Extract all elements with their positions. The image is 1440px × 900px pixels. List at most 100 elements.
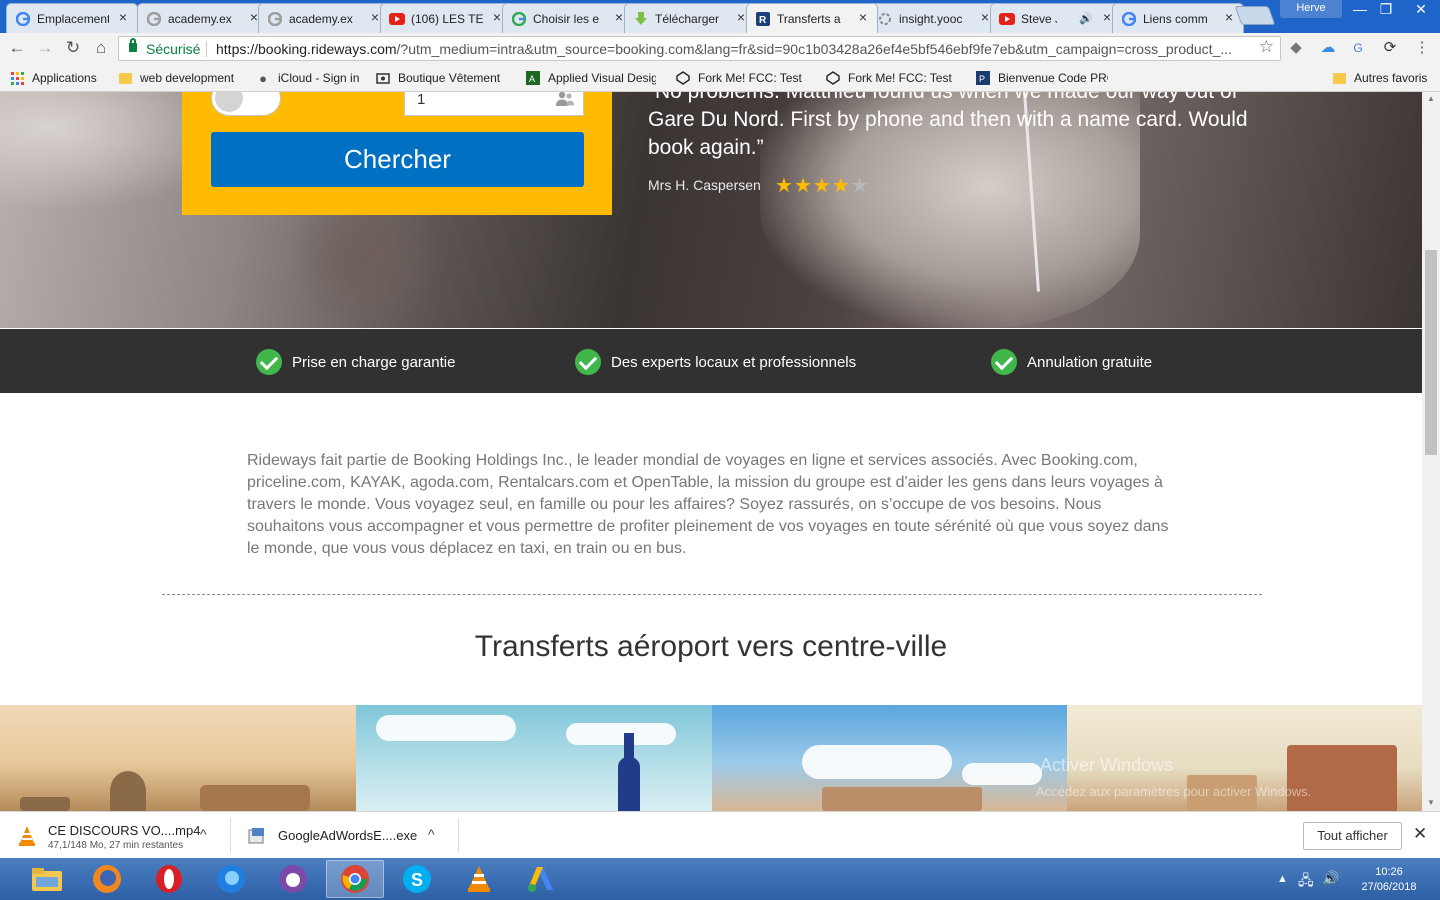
opera-icon[interactable] [140, 860, 198, 898]
bookmark-star-icon[interactable]: ☆ [1259, 37, 1274, 57]
page-scrollbar[interactable]: ▲ ▼ [1422, 92, 1440, 811]
close-tab-icon[interactable]: × [981, 9, 989, 25]
tab[interactable]: academy.ex × [137, 3, 269, 33]
scrollbar-thumb[interactable] [1425, 250, 1437, 455]
tab[interactable]: academy.ex × [258, 3, 390, 33]
divider [458, 818, 459, 853]
tray-expand-icon[interactable]: ▲ [1277, 873, 1288, 885]
reload-icon[interactable]: ↻ [62, 37, 84, 59]
skype-icon[interactable]: S [388, 860, 446, 898]
adwords-icon[interactable] [512, 860, 570, 898]
chrome-icon[interactable] [326, 860, 384, 898]
profile-button[interactable]: Herve [1280, 0, 1342, 18]
search-button[interactable]: Chercher [211, 132, 584, 187]
firefox-icon[interactable] [78, 860, 136, 898]
usp-item: Annulation gratuite [991, 349, 1152, 375]
bookmark-item[interactable]: Boutique Vêtement [376, 69, 500, 87]
usp-item: Des experts locaux et professionnels [575, 349, 856, 375]
extension-icon[interactable]: ◆ [1286, 38, 1306, 58]
spinner-icon [877, 11, 893, 27]
review-author: Mrs H. Caspersen [648, 177, 761, 193]
tab[interactable]: (106) LES TE × [380, 3, 512, 33]
tab[interactable]: Emplacement × [6, 3, 138, 33]
network-icon[interactable]: 🖧 [1298, 870, 1314, 894]
close-tab-icon[interactable]: × [859, 9, 867, 25]
section-divider [162, 594, 1262, 595]
bookmark-folder[interactable]: web development [118, 69, 234, 87]
close-downloads-icon[interactable]: ✕ [1413, 824, 1427, 844]
scroll-down-icon[interactable]: ▼ [1427, 798, 1435, 807]
city-card-rome[interactable] [0, 705, 356, 811]
tab[interactable]: Télécharger × [624, 3, 756, 33]
chevron-up-icon[interactable]: ^ [428, 826, 435, 842]
close-tab-icon[interactable]: × [1103, 9, 1111, 25]
close-tab-icon[interactable]: × [737, 9, 745, 25]
restore-button[interactable]: ❐ [1372, 0, 1400, 20]
close-window-button[interactable]: ✕ [1404, 0, 1438, 20]
check-icon [256, 349, 282, 375]
volume-icon[interactable]: 🔊 [1322, 870, 1339, 887]
menu-icon[interactable]: ⋮ [1412, 38, 1432, 58]
tab[interactable]: Liens comm × [1112, 3, 1244, 33]
city-card-seville[interactable] [712, 705, 1068, 811]
users-icon [555, 92, 574, 107]
bookmark-item[interactable]: Fork Me! FCC: Test S [676, 69, 806, 87]
bookmark-item[interactable]: P Bienvenue Code PRO [976, 69, 1108, 87]
close-tab-icon[interactable]: × [615, 9, 623, 25]
svg-text:A: A [529, 74, 535, 84]
google-icon [15, 11, 31, 27]
downloads-bar: CE DISCOURS VO....mp4 47,1/148 Mo, 27 mi… [0, 811, 1440, 858]
youtube-icon [389, 11, 405, 27]
back-icon[interactable]: ← [6, 37, 28, 59]
close-tab-icon[interactable]: × [1225, 9, 1233, 25]
bookmark-item[interactable]: ● iCloud - Sign in [256, 69, 359, 87]
passengers-field[interactable]: 1 [404, 92, 584, 116]
close-tab-icon[interactable]: × [493, 9, 501, 25]
download-item[interactable]: CE DISCOURS VO....mp4 47,1/148 Mo, 27 mi… [0, 812, 230, 859]
usp-bar: Prise en charge garantie Des experts loc… [0, 329, 1422, 393]
return-trip-toggle[interactable] [211, 92, 281, 116]
cloud-icon[interactable]: ☁ [1318, 38, 1338, 58]
bookmark-other-folder[interactable]: Autres favoris [1332, 69, 1427, 87]
tab-title: Télécharger [655, 12, 720, 26]
tab-title: insight.yooc [899, 12, 963, 26]
tab[interactable]: Choisir les e × [502, 3, 634, 33]
file-explorer-icon[interactable] [18, 860, 76, 898]
sync-icon[interactable]: ⟳ [1380, 38, 1400, 58]
tab-title: Liens comm [1143, 12, 1208, 26]
city-card-barcelona[interactable] [356, 705, 712, 811]
google-icon [146, 11, 162, 27]
usp-label: Prise en charge garantie [292, 353, 456, 371]
bookmark-applications[interactable]: Applications [10, 69, 97, 87]
speaker-icon[interactable]: 🔊 [1079, 12, 1093, 25]
tab[interactable]: Steve Jo 🔊 × [990, 3, 1122, 33]
system-clock[interactable]: 10:26 27/06/2018 [1352, 865, 1426, 895]
new-tab-button[interactable] [1234, 6, 1276, 25]
home-icon[interactable]: ⌂ [90, 37, 112, 59]
bookmark-item[interactable]: Fork Me! FCC: Test S [826, 69, 956, 87]
windows-activation-text: Accédez aux paramètres pour activer Wind… [1036, 784, 1312, 799]
show-all-downloads-button[interactable]: Tout afficher [1303, 822, 1402, 850]
forward-icon[interactable]: → [34, 37, 56, 59]
windows-taskbar: S ▲ 🖧 🔊 10:26 27/06/2018 [0, 858, 1440, 900]
close-tab-icon[interactable]: × [371, 9, 379, 25]
firefox-dev-icon[interactable] [202, 860, 260, 898]
tab-active[interactable]: R Transferts a × [746, 3, 878, 33]
url-text[interactable]: https://booking.rideways.com/?utm_medium… [216, 41, 1246, 57]
cat-app-icon[interactable] [264, 860, 322, 898]
download-icon [633, 11, 649, 27]
tab[interactable]: insight.yooc × [868, 3, 1000, 33]
download-item[interactable]: GoogleAdWordsE....exe ^ [230, 812, 458, 859]
bookmark-item[interactable]: A Applied Visual Desig [526, 69, 656, 87]
vlc-icon[interactable] [450, 860, 508, 898]
minimize-button[interactable]: — [1346, 0, 1374, 20]
star-icon: ★ [812, 175, 832, 197]
chevron-up-icon[interactable]: ^ [200, 826, 207, 842]
close-tab-icon[interactable]: × [119, 9, 127, 25]
close-tab-icon[interactable]: × [250, 9, 258, 25]
scroll-up-icon[interactable]: ▲ [1427, 94, 1435, 103]
tower-shape [618, 757, 640, 811]
translate-icon[interactable]: G [1348, 38, 1368, 58]
address-bar[interactable]: Sécurisé https://booking.rideways.com/?u… [118, 36, 1281, 61]
folder-icon [118, 71, 132, 85]
